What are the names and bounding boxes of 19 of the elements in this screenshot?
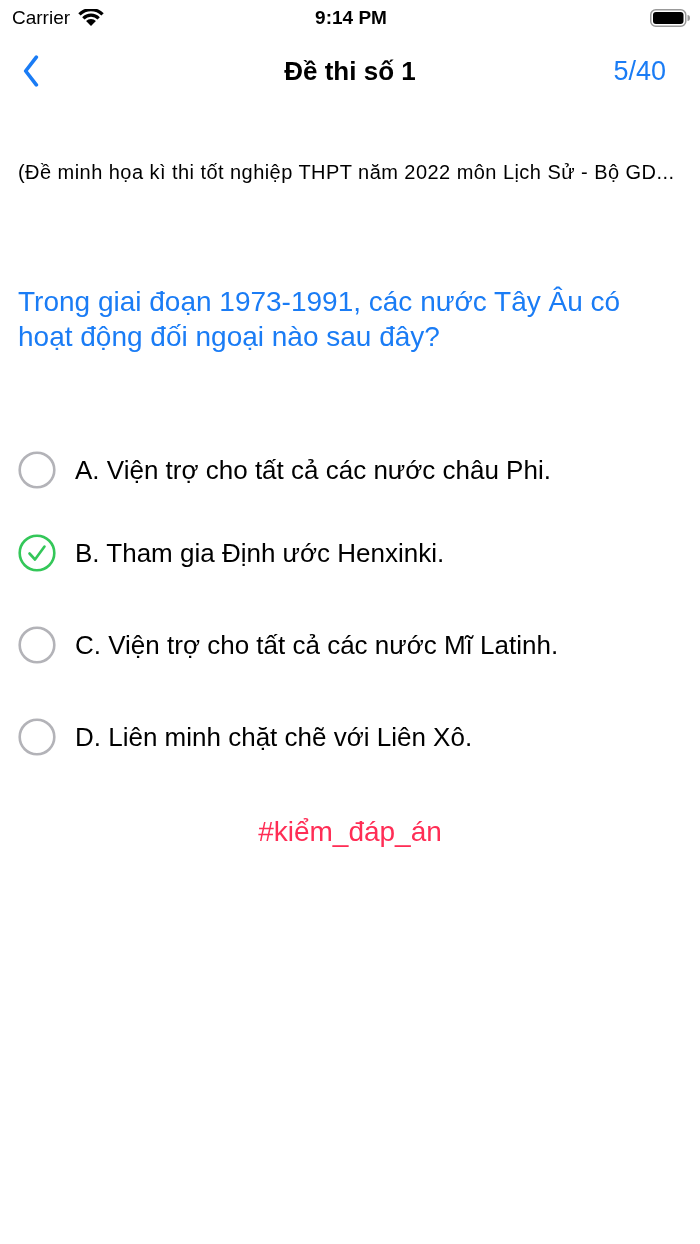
answer-option[interactable]: C. Viện trợ cho tất cả các nước Mĩ Latinh. [18,625,700,665]
exam-subtitle: (Đề minh họa kì thi tốt nghiệp THPT năm 2022 môn Lịch Sử - Bộ GD... [18,160,676,184]
nav-title: Đề thi số 1 [284,55,416,87]
option-label: D. Liên minh chặt chẽ với Liên Xô. [75,721,473,753]
option-label: C. Viện trợ cho tất cả các nước Mĩ Latinh. [75,629,559,661]
clock-time: 9:14 PM [315,7,387,29]
option-label: B. Tham gia Định ước Henxinki. [75,537,445,569]
back-chevron-icon [22,55,40,87]
wifi-icon [78,9,105,27]
answer-option[interactable]: A. Viện trợ cho tất cả các nước châu Phi. [18,450,700,490]
carrier-label: Carrier [12,7,71,29]
option-label: A. Viện trợ cho tất cả các nước châu Phi. [75,454,551,486]
answer-option[interactable]: B. Tham gia Định ước Henxinki. [18,533,700,573]
question-counter[interactable]: 5/40 [613,55,666,87]
check-answer-link[interactable]: #kiểm_đáp_án [258,816,442,848]
question-text: Trong giai đoạn 1973-1991, các nước Tây Âu có hoạt động đối ngoại nào sau đây? [18,285,622,354]
battery-icon [650,9,690,27]
back-button[interactable] [22,55,40,87]
answer-option[interactable]: D. Liên minh chặt chẽ với Liên Xô. [18,717,700,757]
